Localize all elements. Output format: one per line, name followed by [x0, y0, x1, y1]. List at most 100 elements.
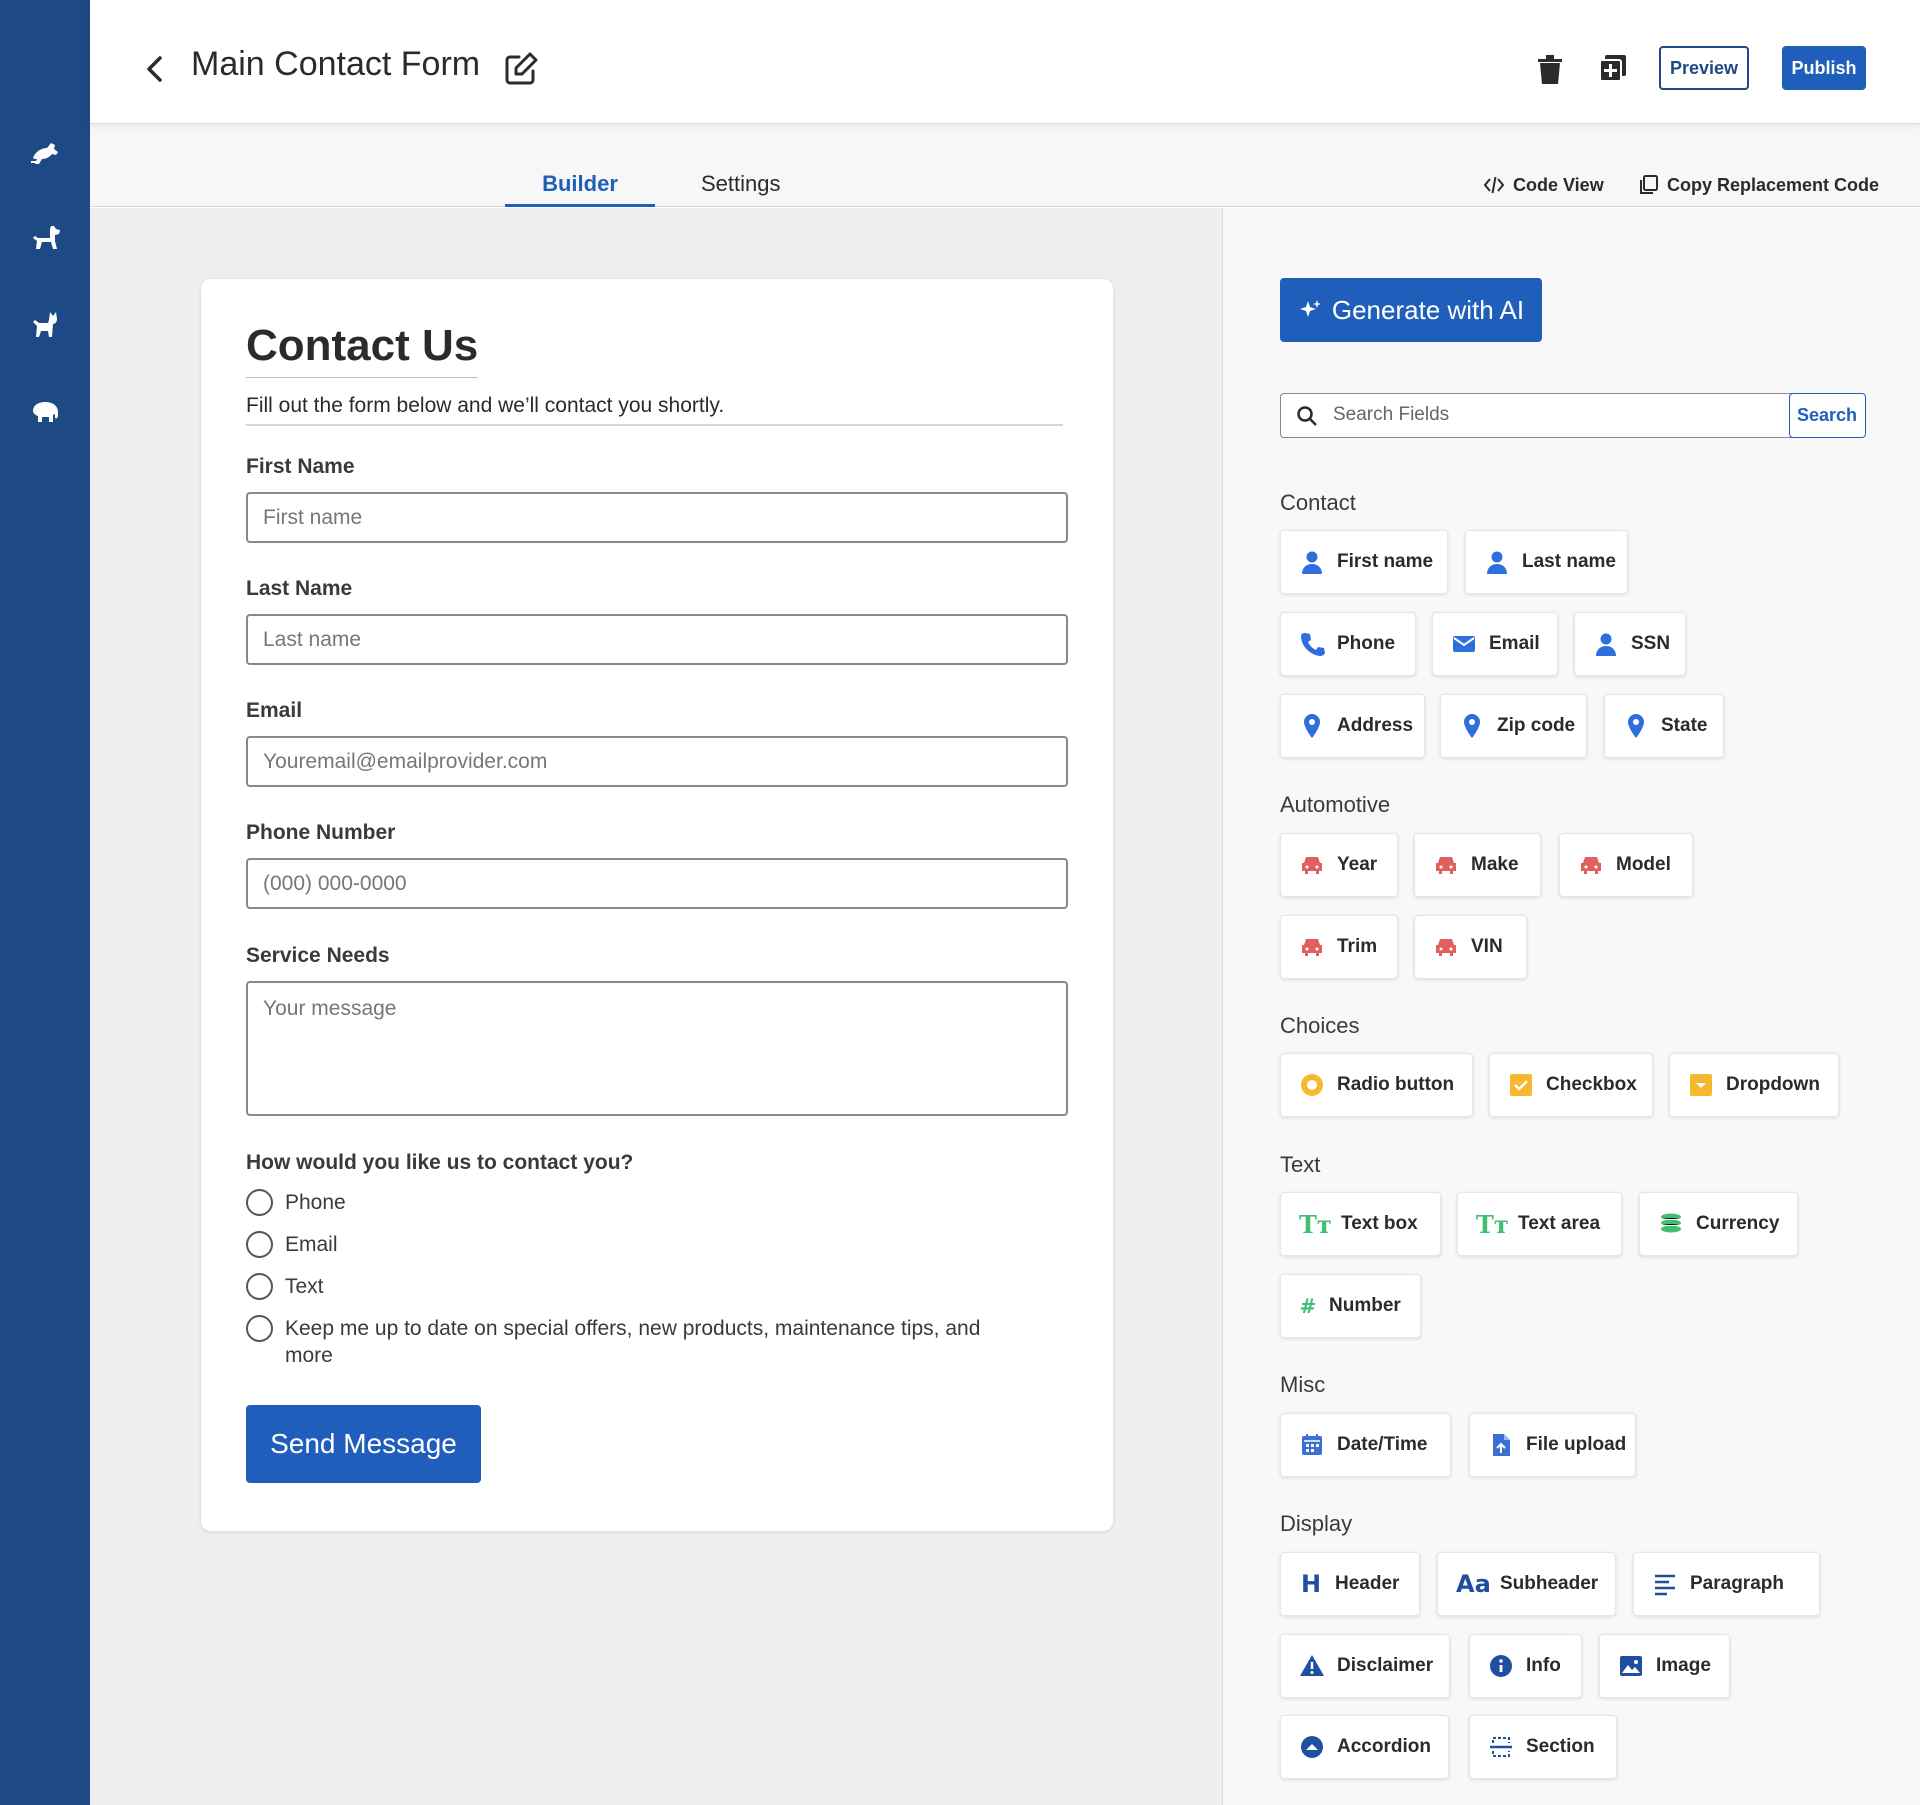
field-chip-first-name[interactable]: First name	[1280, 530, 1448, 594]
field-chip-last-name[interactable]: Last name	[1465, 530, 1628, 594]
field-chip-year[interactable]: Year	[1280, 833, 1398, 897]
field-chip-accordion[interactable]: Accordion	[1280, 1715, 1449, 1779]
chip-label: Disclaimer	[1337, 1655, 1434, 1676]
field-chip-trim[interactable]: Trim	[1280, 915, 1398, 979]
chip-label: First name	[1337, 551, 1434, 572]
tab-builder[interactable]: Builder	[505, 171, 655, 207]
field-chip-subheader[interactable]: Aa Subheader	[1437, 1552, 1616, 1616]
field-chip-address[interactable]: Address	[1280, 694, 1425, 758]
map-pin-icon	[1304, 714, 1320, 738]
form-description[interactable]: Fill out the form below and we’ll contac…	[246, 394, 1063, 426]
paragraph-icon	[1655, 1574, 1675, 1596]
delete-button[interactable]	[1535, 52, 1565, 86]
field-chip-paragraph[interactable]: Paragraph	[1633, 1552, 1820, 1616]
image-icon	[1620, 1656, 1642, 1676]
car-icon	[1302, 857, 1322, 874]
first-name-input[interactable]	[246, 492, 1068, 543]
rail-dog-icon[interactable]	[26, 219, 64, 257]
search-input[interactable]	[1333, 400, 1763, 430]
person-icon	[1596, 633, 1616, 656]
field-chip-radio[interactable]: Radio button	[1280, 1053, 1473, 1117]
field-chip-model[interactable]: Model	[1559, 833, 1693, 897]
chip-label: Paragraph	[1690, 1573, 1784, 1594]
field-chip-make[interactable]: Make	[1414, 833, 1541, 897]
field-chip-number[interactable]: # Number	[1280, 1274, 1421, 1338]
field-chip-datetime[interactable]: Date/Time	[1280, 1413, 1451, 1477]
send-message-button[interactable]: Send Message	[246, 1405, 481, 1483]
contact-question: How would you like us to contact you?	[246, 1151, 634, 1174]
radio-circle[interactable]	[246, 1273, 273, 1300]
rail-cat-icon[interactable]	[26, 306, 64, 344]
radio-circle[interactable]	[246, 1189, 273, 1216]
radio-label: Keep me up to date on special offers, ne…	[285, 1317, 981, 1367]
field-chip-zip[interactable]: Zip code	[1440, 694, 1587, 758]
copy-code-label: Copy Replacement Code	[1667, 174, 1880, 195]
preview-button[interactable]: Preview	[1659, 46, 1749, 90]
generate-ai-button[interactable]: Generate with AI	[1280, 278, 1542, 342]
duplicate-button[interactable]	[1597, 52, 1629, 84]
field-chip-phone[interactable]: Phone	[1280, 612, 1416, 676]
rail-elephant-icon[interactable]	[26, 392, 64, 430]
form-preview-card[interactable]: Contact Us Fill out the form below and w…	[201, 279, 1113, 1531]
category-choices: Choices	[1280, 1013, 1360, 1038]
back-button[interactable]	[140, 50, 168, 88]
chip-label: File upload	[1526, 1434, 1627, 1455]
code-view-link[interactable]: Code View	[1483, 174, 1604, 196]
field-chip-ssn[interactable]: SSN	[1574, 612, 1686, 676]
chip-label: Last name	[1522, 551, 1616, 572]
field-chip-info[interactable]: Info	[1469, 1634, 1582, 1698]
chip-label: Checkbox	[1546, 1074, 1637, 1095]
field-chip-dropdown[interactable]: Dropdown	[1669, 1053, 1839, 1117]
field-chip-textarea[interactable]: Tт Text area	[1457, 1192, 1622, 1256]
tabs-bar: Builder Settings Code View Copy Replacem…	[90, 124, 1920, 207]
chip-label: Trim	[1337, 936, 1378, 957]
field-chip-header[interactable]: H Header	[1280, 1552, 1420, 1616]
chip-label: Year	[1337, 854, 1378, 875]
dropdown-icon	[1690, 1074, 1712, 1096]
edit-icon	[505, 52, 538, 85]
radio-option-phone[interactable]: Phone	[246, 1189, 1015, 1216]
radio-circle[interactable]	[246, 1231, 273, 1258]
field-chip-currency[interactable]: Currency	[1639, 1192, 1798, 1256]
chip-label: Section	[1526, 1736, 1595, 1757]
field-chip-disclaimer[interactable]: Disclaimer	[1280, 1634, 1450, 1698]
phone-input[interactable]	[246, 858, 1068, 909]
chip-label: Dropdown	[1726, 1074, 1820, 1095]
header-icon: H	[1300, 1570, 1322, 1598]
service-textarea[interactable]	[246, 981, 1068, 1116]
field-chip-state[interactable]: State	[1604, 694, 1724, 758]
chip-label: VIN	[1471, 936, 1503, 957]
rail-horse-icon[interactable]	[26, 133, 64, 171]
service-label: Service Needs	[246, 944, 390, 967]
chip-label: Currency	[1696, 1213, 1780, 1234]
form-title[interactable]: Contact Us	[246, 321, 479, 378]
font-icon: Aa	[1456, 1570, 1491, 1598]
copy-code-link[interactable]: Copy Replacement Code	[1637, 174, 1879, 196]
chip-label: Info	[1526, 1655, 1561, 1676]
edit-title-button[interactable]	[502, 50, 540, 88]
field-chip-email[interactable]: Email	[1432, 612, 1558, 676]
radio-circle[interactable]	[246, 1315, 273, 1342]
car-icon	[1302, 939, 1322, 956]
last-name-input[interactable]	[246, 614, 1068, 665]
accordion-icon	[1301, 1736, 1323, 1758]
field-chip-checkbox[interactable]: Checkbox	[1489, 1053, 1653, 1117]
field-chip-textbox[interactable]: Tт Text box	[1280, 1192, 1441, 1256]
chevron-left-icon	[147, 56, 162, 82]
code-view-label: Code View	[1513, 174, 1604, 195]
field-chip-section[interactable]: Section	[1469, 1715, 1617, 1779]
search-button[interactable]: Search	[1788, 392, 1866, 438]
info-icon	[1490, 1655, 1512, 1677]
radio-option-email[interactable]: Email	[246, 1231, 1015, 1258]
radio-option-text[interactable]: Text	[246, 1273, 1015, 1300]
field-chip-vin[interactable]: VIN	[1414, 915, 1527, 979]
tab-settings[interactable]: Settings	[701, 171, 781, 197]
field-chip-image[interactable]: Image	[1599, 1634, 1730, 1698]
publish-button[interactable]: Publish	[1782, 46, 1866, 90]
radio-option-updates[interactable]: Keep me up to date on special offers, ne…	[246, 1315, 1015, 1369]
coins-icon	[1660, 1213, 1682, 1233]
field-chip-file-upload[interactable]: File upload	[1469, 1413, 1636, 1477]
map-pin-icon	[1628, 714, 1644, 738]
email-input[interactable]	[246, 736, 1068, 787]
chip-label: Model	[1616, 854, 1671, 875]
